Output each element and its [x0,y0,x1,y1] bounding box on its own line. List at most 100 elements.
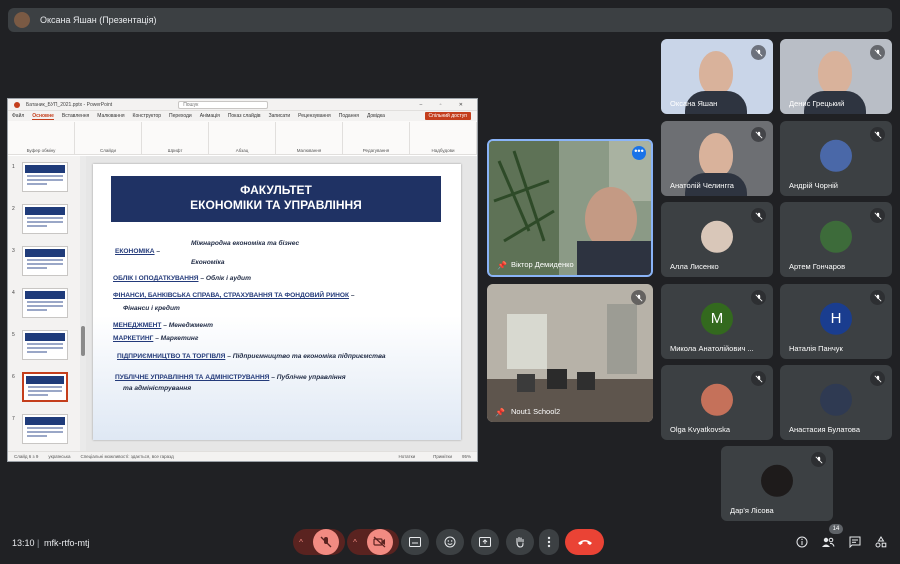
captions-icon [409,537,421,547]
slide-heading: ФАКУЛЬТЕТ ЕКОНОМІКИ ТА УПРАВЛІННЯ [111,176,441,222]
pp-ribbon: Буфер обміну Слайди Шрифт Абзац Малювання Ред… [8,121,477,155]
mic-control[interactable]: ^ [293,529,345,555]
participant-face [818,51,852,95]
thumbs-scrollbar [80,156,86,451]
participant-avatar [820,220,852,253]
slide-item-heading: ФІНАНСИ, БАНКІВСЬКА СПРАВА, СТРАХУВАННЯ … [113,292,350,299]
emoji-icon [444,536,456,548]
mic-off-icon [751,290,766,305]
participant-name: Наталія Панчук [789,344,843,353]
participant-tile[interactable]: Андрій Чорній [780,121,892,196]
people-button[interactable] [821,535,835,549]
reactions-button[interactable] [436,529,464,555]
window-buttons-icon: – ▫ ✕ [419,101,471,108]
slide-heading-line-2: ЕКОНОМІКИ ТА УПРАВЛІННЯ [190,198,362,212]
activities-button[interactable] [874,535,888,549]
pp-tab: Переходи [169,113,192,119]
camera-off-icon[interactable] [366,529,393,555]
slide-thumbnail [22,162,68,192]
participant-tile[interactable]: Оксана Яшан [661,39,773,114]
slide-item-text: – [350,292,355,299]
pp-language: українська [48,454,71,459]
chevron-up-icon[interactable]: ^ [353,538,357,547]
camera-control[interactable]: ^ [347,529,399,555]
pp-tab: Записати [268,113,291,119]
pp-tab: Основне [32,112,54,120]
participant-tile[interactable]: Артем Гончаров [780,202,892,277]
mic-off-icon [751,208,766,223]
mic-off-icon[interactable] [312,529,339,555]
present-button[interactable] [471,529,499,555]
participant-tile[interactable]: Дар'я Лісова [721,446,833,521]
people-icon [822,537,835,547]
pp-ribbon-group: Шрифт [142,122,209,154]
participant-name: Артем Гончаров [789,262,846,271]
slide-item-heading: ОБЛІК І ОПОДАТКУВАННЯ [113,275,199,282]
participant-avatar [761,464,793,497]
pp-accessibility: Спеціальні можливості: здається, все гар… [80,454,174,459]
slide-item-heading: ПУБЛІЧНЕ УПРАВЛІННЯ ТА АДМІНІСТРУВАННЯ [115,374,270,381]
slide-item-text: – Підприємництво та економіка підприємст… [227,353,386,360]
slide-item-text: – Облік і аудит [200,275,251,282]
meeting-info-button[interactable] [795,535,809,549]
slide-thumb-number: 6 [12,374,15,380]
mic-off-icon [751,371,766,386]
video-tile-nout1[interactable]: 📌 Nout1 School2 [487,284,653,422]
activities-icon [875,536,887,548]
pin-icon: 📌 [495,408,505,417]
slide-thumb-number: 3 [12,248,15,254]
slide-item: ФІНАНСИ, БАНКІВСЬКА СПРАВА, СТРАХУВАННЯ … [113,292,355,299]
more-options-button[interactable] [539,529,559,555]
video-tile-viktor[interactable]: ••• Віктор Демиденко 📌 [487,139,653,277]
captions-button[interactable] [401,529,429,555]
current-slide: ФАКУЛЬТЕТ ЕКОНОМІКИ ТА УПРАВЛІННЯ Міжнар… [93,164,461,440]
participant-tile[interactable]: Алла Лисенко [661,202,773,277]
participant-tile[interactable]: Денис Грецький [780,39,892,114]
participant-avatar [820,383,852,416]
slide-thumbnail [22,330,68,360]
tile-name: Nout1 School2 [511,407,561,416]
slide-item-text: та адміністрування [123,385,192,392]
meeting-code: mfk-rtfo-mtj [44,538,90,548]
slide-thumb-number: 2 [12,206,15,212]
clock: 13:10 [12,538,35,548]
participant-tile[interactable]: Анатолій Челингга [661,121,773,196]
slide-item-text: – Менеджмент [163,322,213,329]
participant-name: Анастасия Булатова [789,425,860,434]
pp-ribbon-group: Редагування [343,122,410,154]
pp-titlebar: Батаник_БУП_2021.pptx - PowerPoint Пошук… [8,99,477,111]
slide-item: Економіка [191,259,225,266]
avatar-letter: M [710,309,724,327]
slide-item-text: Міжнародна економіка та бізнес [191,240,300,247]
presentation-banner[interactable]: Оксана Яшан (Презентація) [8,8,892,32]
participant-tile[interactable]: Н Наталія Панчук [780,284,892,359]
leave-call-button[interactable] [565,529,604,555]
raise-hand-button[interactable] [506,529,534,555]
chat-button[interactable] [848,535,862,549]
avatar-letter: Н [830,309,842,327]
slide-thumbnails: 1 2 3 4 5 6 7 [8,156,80,451]
pp-document-title: Батаник_БУП_2021.pptx - PowerPoint [26,101,113,108]
mic-off-icon [751,45,766,60]
slide-item: Міжнародна економіка та бізнес [191,240,299,247]
presenter-label: Оксана Яшан (Презентація) [40,15,157,25]
participant-tile[interactable]: Анастасия Булатова [780,365,892,440]
mic-off-icon [870,208,885,223]
pin-icon: 📌 [497,261,507,270]
pp-ribbon-group: Буфер обміну [8,122,75,154]
pp-tab: Вставлення [61,113,90,119]
people-count-badge: 14 [829,524,843,534]
slide-item-text: – [156,248,161,255]
participant-tile[interactable]: M Микола Анатолійович ... [661,284,773,359]
participant-avatar: M [701,302,733,335]
pp-tab: Рецензування [298,113,331,119]
participant-tile[interactable]: Olga Kvyatkovska [661,365,773,440]
pp-tab: Файл [12,113,25,119]
powerpoint-logo-icon [14,101,20,108]
chevron-up-icon[interactable]: ^ [299,538,303,547]
pp-tab: Малювання [97,113,125,119]
slide-item-text: Економіка [191,259,225,266]
slide-item-heading: МЕНЕДЖМЕНТ [113,322,162,329]
mic-off-icon [870,290,885,305]
more-options-icon[interactable]: ••• [632,146,646,160]
